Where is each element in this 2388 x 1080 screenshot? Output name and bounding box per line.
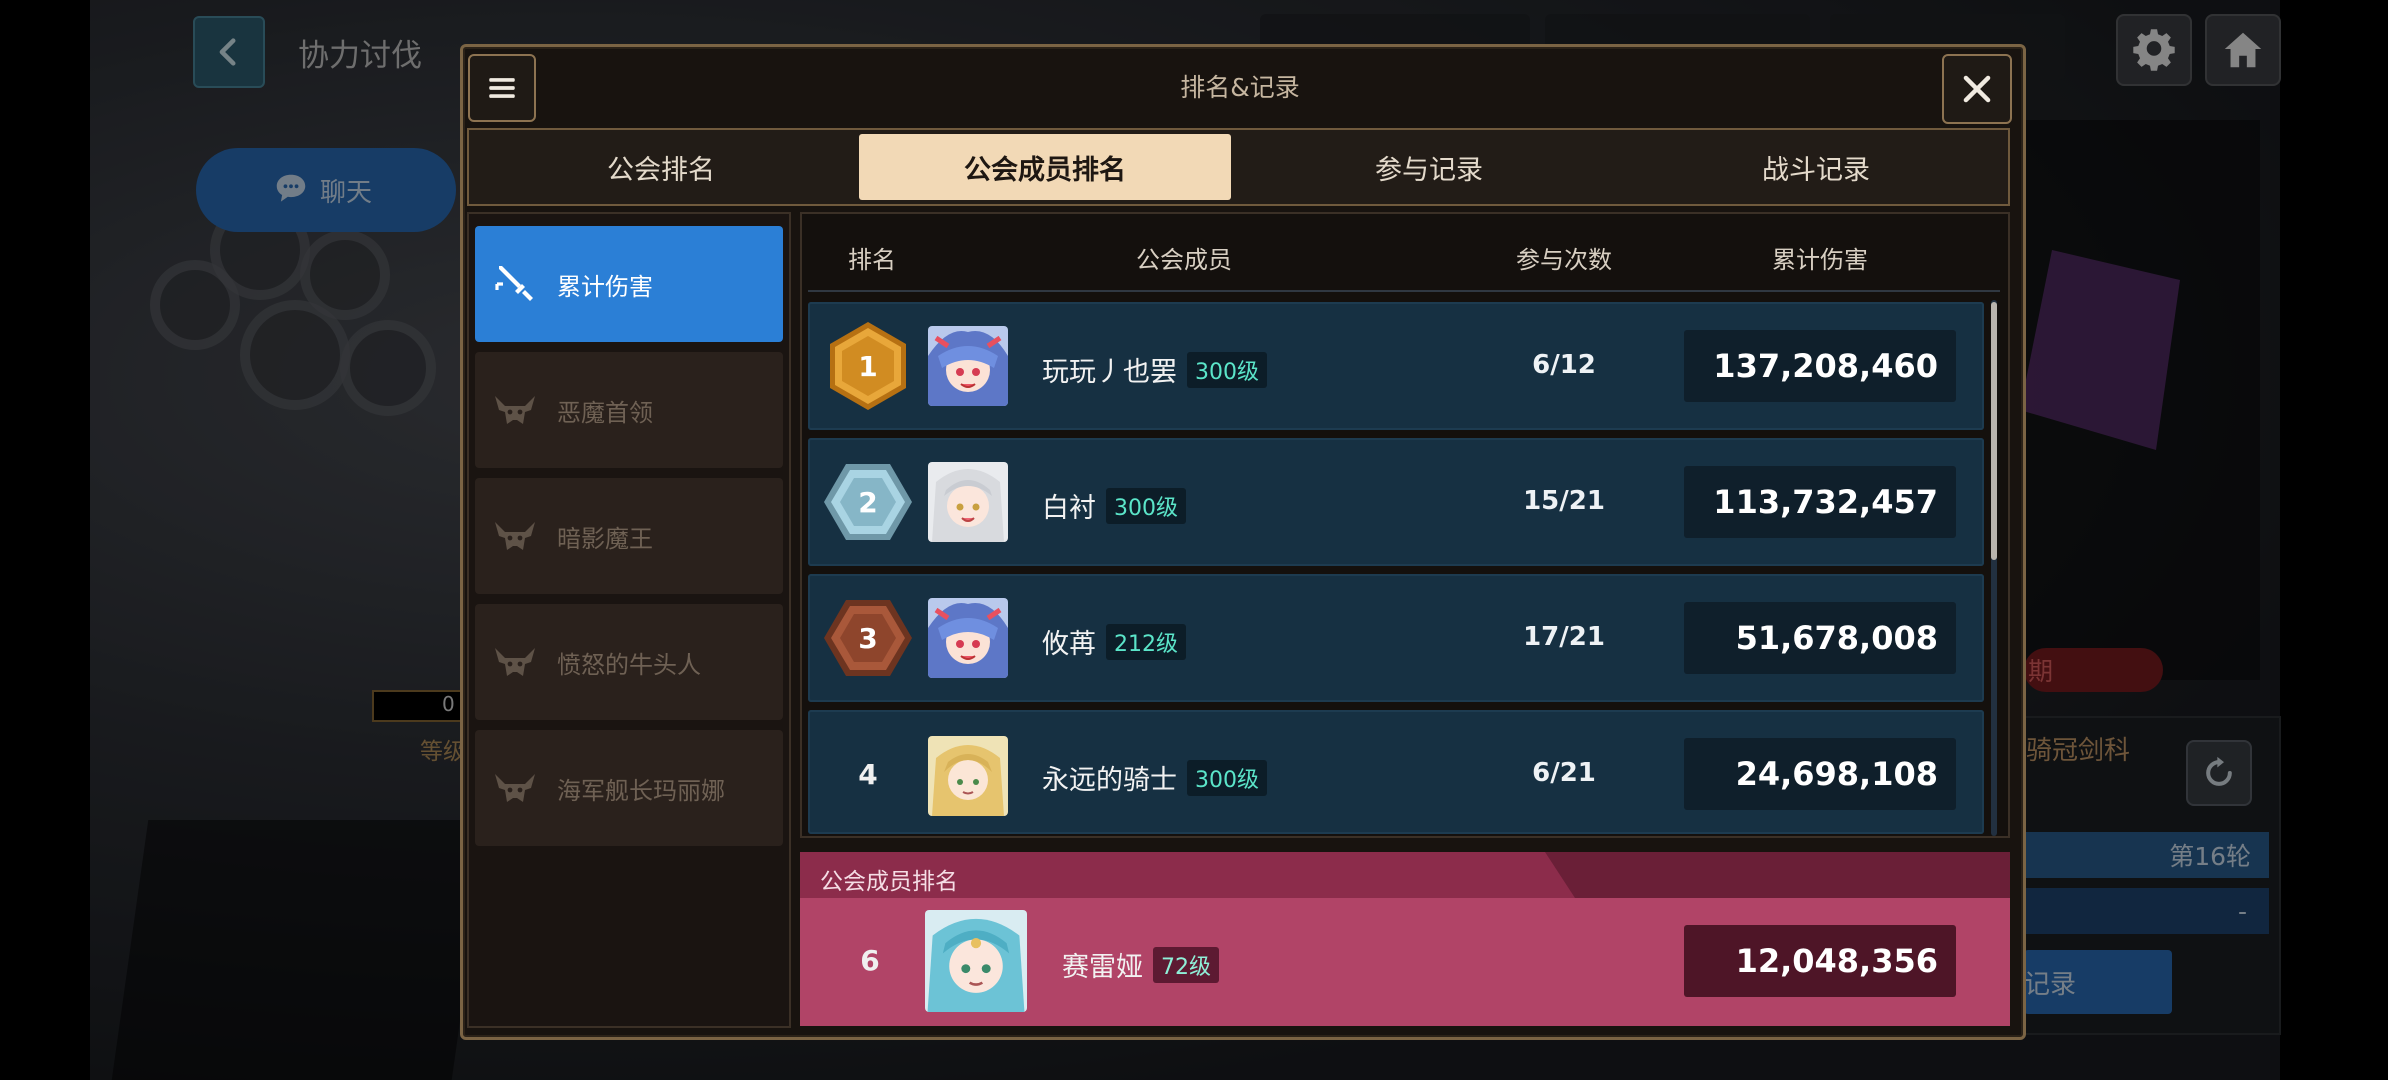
close-icon — [1963, 75, 1991, 103]
character-portrait-icon — [925, 910, 1027, 1012]
member-name-text: 赛雷娅 — [1062, 952, 1143, 983]
demon-skull-icon — [495, 396, 535, 424]
avatar — [928, 326, 1008, 406]
category-label: 愤怒的牛头人 — [557, 650, 701, 679]
column-header-member: 公会成员 — [1136, 246, 1232, 274]
tab-guild-ranking[interactable]: 公会排名 — [475, 134, 847, 200]
category-total-damage[interactable]: 累计伤害 — [475, 226, 783, 342]
hamburger-menu-icon — [489, 78, 515, 98]
damage-value: 24,698,108 — [1684, 738, 1956, 810]
rank-number: 2 — [858, 485, 878, 519]
category-navy-captain-marina[interactable]: 海军舰长玛丽娜 — [475, 730, 783, 846]
close-button[interactable] — [1942, 54, 2012, 124]
category-label: 海军舰长玛丽娜 — [557, 776, 725, 805]
participation-count: 6/21 — [1532, 758, 1596, 788]
rank-number: 1 — [858, 349, 878, 383]
member-name: 攸苒 212级 — [1042, 622, 1186, 661]
member-name-text: 白衬 — [1042, 493, 1096, 524]
demon-skull-icon — [495, 648, 535, 676]
level-badge: 300级 — [1187, 352, 1267, 388]
rank-medal-gold: 1 — [822, 320, 914, 412]
member-name-text: 玩玩丿也罢 — [1042, 357, 1177, 388]
category-label: 恶魔首领 — [557, 398, 653, 427]
member-name: 永远的骑士 300级 — [1042, 758, 1267, 797]
member-name-text: 攸苒 — [1042, 629, 1096, 660]
my-rank-header-label: 公会成员排名 — [820, 869, 958, 895]
rank-medal-silver: 2 — [822, 456, 914, 548]
character-portrait-icon — [928, 736, 1008, 816]
column-header-participation: 参与次数 — [1516, 246, 1612, 274]
my-rank-header-accent — [1545, 852, 2010, 898]
level-badge: 212级 — [1106, 624, 1186, 660]
modal-title: 排名&记录 — [1180, 73, 1300, 102]
avatar — [928, 462, 1008, 542]
rank-number: 3 — [858, 621, 878, 655]
demon-skull-icon — [495, 774, 535, 802]
category-angry-minotaur[interactable]: 愤怒的牛头人 — [475, 604, 783, 720]
rank-medal-bronze: 3 — [822, 592, 914, 684]
avatar — [928, 736, 1008, 816]
rank-number: 4 — [858, 758, 878, 791]
member-name-text: 永远的骑士 — [1042, 765, 1177, 796]
level-badge: 300级 — [1187, 760, 1267, 796]
tab-battle-record[interactable]: 战斗记录 — [1630, 134, 2002, 200]
damage-value: 137,208,460 — [1684, 330, 1956, 402]
category-shadow-king[interactable]: 暗影魔王 — [475, 478, 783, 594]
tab-member-ranking[interactable]: 公会成员排名 — [859, 134, 1231, 200]
header-divider — [808, 290, 2000, 292]
avatar — [928, 598, 1008, 678]
scrollbar-thumb[interactable] — [1991, 302, 1997, 560]
my-rank-number: 6 — [860, 944, 880, 977]
character-portrait-icon — [928, 462, 1008, 542]
my-member-name: 赛雷娅 72级 — [1062, 945, 1219, 984]
participation-count: 6/12 — [1532, 350, 1596, 380]
member-name: 玩玩丿也罢 300级 — [1042, 350, 1267, 389]
column-header-rank: 排名 — [848, 246, 896, 274]
level-badge: 72级 — [1153, 947, 1219, 983]
participation-count: 15/21 — [1523, 486, 1605, 516]
category-label: 累计伤害 — [557, 272, 653, 301]
category-demon-boss[interactable]: 恶魔首领 — [475, 352, 783, 468]
level-badge: 300级 — [1106, 488, 1186, 524]
character-portrait-icon — [928, 598, 1008, 678]
demon-skull-icon — [495, 522, 535, 550]
column-header-damage: 累计伤害 — [1772, 246, 1868, 274]
participation-count: 17/21 — [1523, 622, 1605, 652]
sword-icon — [495, 266, 533, 301]
character-portrait-icon — [928, 326, 1008, 406]
my-damage-value: 12,048,356 — [1684, 925, 1956, 997]
category-label: 暗影魔王 — [557, 524, 653, 553]
damage-value: 51,678,008 — [1684, 602, 1956, 674]
my-avatar — [925, 910, 1027, 1012]
member-name: 白衬 300级 — [1042, 486, 1186, 525]
tab-participation-record[interactable]: 参与记录 — [1243, 134, 1615, 200]
menu-button[interactable] — [468, 54, 536, 122]
damage-value: 113,732,457 — [1684, 466, 1956, 538]
